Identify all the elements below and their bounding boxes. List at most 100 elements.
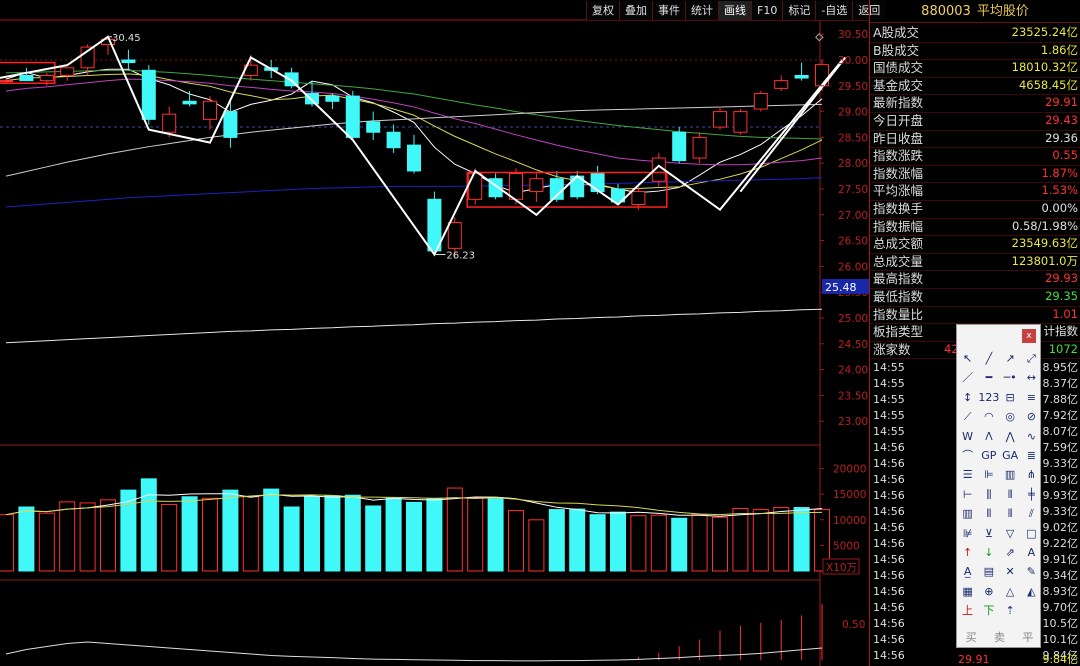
palette-tool[interactable]: 123 [978, 388, 999, 407]
toolbar-shijian[interactable]: 事件 [652, 1, 685, 20]
palette-tool[interactable]: ≡ [1021, 388, 1042, 407]
palette-tool[interactable]: ▥ [957, 504, 978, 523]
palette-tool[interactable]: ⦀ [1000, 504, 1021, 523]
ma30-line [5, 69, 823, 140]
palette-tool[interactable]: ╱ [978, 349, 999, 368]
palette-tool[interactable]: ↔ [1021, 368, 1042, 387]
palette-tool[interactable]: ⦀ [1000, 485, 1021, 504]
palette-tool[interactable]: ↖ [957, 349, 978, 368]
toolbar-huaxian[interactable]: 画线 [718, 1, 751, 20]
palette-tool[interactable]: W [957, 427, 978, 446]
palette-tool[interactable]: ☰ [957, 465, 978, 484]
palette-tool[interactable]: ▽ [1000, 524, 1021, 543]
palette-tool[interactable]: 𐌡 [978, 427, 999, 446]
tick-time: 14:56 [873, 569, 905, 582]
palette-tool[interactable]: ✕ [1000, 562, 1021, 581]
toolbar-f10[interactable]: F10 [751, 1, 783, 20]
palette-tool[interactable]: ↑ [957, 543, 978, 562]
palette-tool[interactable] [1021, 601, 1042, 620]
palette-tool[interactable]: ⇡ [1000, 601, 1021, 620]
palette-tool[interactable]: ━ [978, 368, 999, 387]
palette-tool[interactable]: □ [1021, 524, 1042, 543]
palette-tool[interactable]: ⊫ [978, 465, 999, 484]
stat-row: 指数振幅 0.58/1.98% [870, 218, 1080, 236]
kline-chart[interactable]: 30.45 26.23 30.50 30.00 29.50 29.00 28.50 28.0… [0, 0, 869, 666]
toolbar-fuquan[interactable]: 复权 [586, 1, 619, 20]
palette-tool[interactable]: ⊘ [1021, 407, 1042, 426]
palette-tool[interactable]: ⇗ [1000, 543, 1021, 562]
palette-trade-tool[interactable]: 平 [1022, 629, 1033, 645]
stat-label: 最新指数 [873, 95, 924, 111]
stat-value: 1072 [1048, 341, 1078, 356]
volume-bar [385, 497, 402, 572]
stat-label: 指数涨幅 [873, 165, 924, 181]
palette-tool[interactable]: ⤢ [1021, 349, 1042, 368]
palette-tool[interactable]: ⊯ [957, 524, 978, 543]
candle-body [733, 111, 748, 133]
palette-tool[interactable]: ⫼ [978, 485, 999, 504]
palette-tool[interactable]: ╪ [1021, 485, 1042, 504]
tick-amount: 7.92亿 [1042, 409, 1079, 422]
toolbar-biaoji[interactable]: 标记 [782, 1, 816, 20]
palette-tool[interactable]: ▦ [957, 582, 978, 601]
palette-tool[interactable]: ／ [957, 368, 978, 387]
tick-time: 14:56 [873, 521, 905, 534]
price-tick-label: 29.50 [838, 81, 868, 93]
palette-close-button[interactable]: x [1022, 329, 1036, 343]
toolbar-zixuan[interactable]: -自选 [815, 1, 853, 20]
palette-tool[interactable]: ↕ [957, 388, 978, 407]
tick-time: 14:56 [873, 489, 905, 502]
palette-tool[interactable]: ◠ [978, 407, 999, 426]
palette-tool[interactable]: ⫽ [1021, 504, 1042, 523]
candle-body [447, 222, 462, 249]
stat-label: 指数量比 [873, 306, 924, 322]
palette-tool[interactable]: A [1021, 543, 1042, 562]
price-tick-label: 28.00 [838, 158, 868, 170]
ma250-line [5, 308, 823, 344]
palette-tool[interactable]: ✎ [1021, 562, 1042, 581]
palette-tool[interactable]: ⌒ [957, 446, 978, 465]
low-annotation: 26.23 [446, 251, 475, 262]
palette-tool[interactable]: GA [1000, 446, 1021, 465]
volume-bar [467, 497, 484, 572]
palette-tool[interactable]: ⋔ [1021, 465, 1042, 484]
stat-value: 1.87% [1041, 165, 1078, 180]
candle-body [794, 74, 809, 79]
palette-tool[interactable]: ◭ [1021, 582, 1042, 601]
palette-tool[interactable]: ↓ [978, 543, 999, 562]
palette-trade-tool[interactable]: 卖 [994, 629, 1005, 645]
stat-value: 29.35 [1045, 289, 1078, 303]
palette-tool[interactable]: 上 [957, 601, 978, 620]
stat-label: B股成交 [873, 42, 920, 58]
palette-tool[interactable]: GP [978, 446, 999, 465]
palette-tool[interactable]: 下 [978, 601, 999, 620]
palette-tool[interactable]: ⊢ [957, 485, 978, 504]
toolbar-tongji[interactable]: 统计 [685, 1, 718, 20]
palette-tool[interactable]: ≣ [1021, 446, 1042, 465]
palette-tool[interactable]: △ [1000, 582, 1021, 601]
stat-label: 最低指数 [873, 289, 924, 304]
palette-tool[interactable]: ⋀ [1000, 427, 1021, 446]
tick-time: 14:56 [873, 553, 905, 566]
drawing-tools-palette[interactable]: x ↖ ╱ ↗ ⤢ ／ ━ ─• ↔ ↕ 123 ⊟ ≡ ⟋ ◠ ◎ ⊘ W 𐌡 ⋀ ∿ ⌒ GP GA ≣ ☰ ⊫ ▥ ⋔ ⊢ ⫼ ⦀ ╪ ▥… [956, 324, 1041, 648]
toolbar-diejia[interactable]: 叠加 [619, 1, 652, 20]
palette-tool[interactable]: ⊻ [978, 524, 999, 543]
stat-value: 29.36 [1045, 130, 1078, 145]
stat-row: 指数涨跌 0.55 [870, 147, 1080, 165]
palette-tool[interactable]: ▥ [1000, 465, 1021, 484]
palette-tool[interactable]: ∿ [1021, 427, 1042, 446]
palette-tool[interactable]: ↗ [1000, 349, 1021, 368]
volume-bar [426, 497, 443, 572]
palette-tool[interactable]: A̲ [957, 562, 978, 581]
palette-tool[interactable]: ─• [1000, 368, 1021, 387]
volume-bar [222, 489, 239, 572]
stat-row: 总成交量 123801.0万 [870, 253, 1080, 271]
palette-tool[interactable]: ⟋ [957, 407, 978, 426]
palette-tool[interactable]: ◎ [1000, 407, 1021, 426]
volume-bar [59, 501, 76, 572]
palette-trade-tool[interactable]: 买 [966, 629, 977, 645]
palette-tool[interactable]: ▤ [978, 562, 999, 581]
palette-tool[interactable]: ⦀ [978, 504, 999, 523]
palette-tool[interactable]: ⊟ [1000, 388, 1021, 407]
palette-tool[interactable]: ⊕ [978, 582, 999, 601]
